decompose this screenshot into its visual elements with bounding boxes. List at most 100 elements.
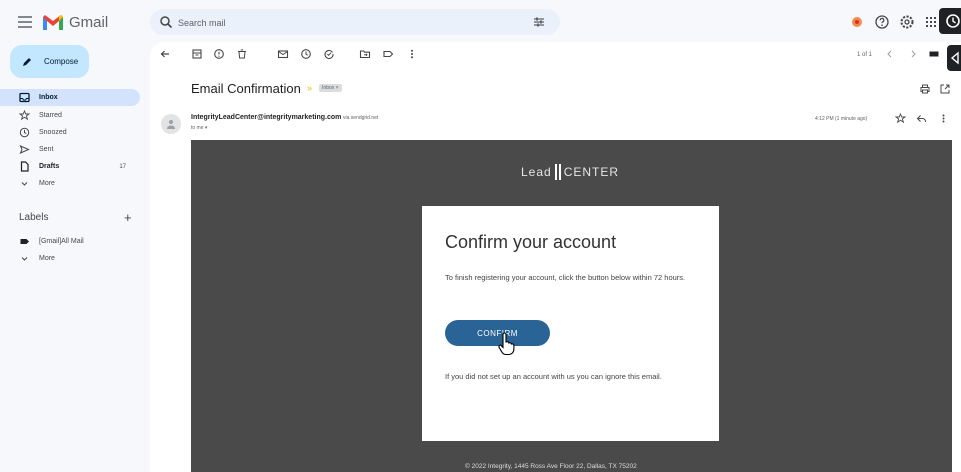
gmail-logo[interactable]: Gmail xyxy=(42,9,108,35)
label-item-all-mail[interactable]: [Gmail]All Mail xyxy=(0,233,140,250)
archive-icon xyxy=(192,49,202,59)
search-icon[interactable] xyxy=(159,15,173,29)
search-options-icon[interactable] xyxy=(532,15,546,29)
search-input[interactable] xyxy=(176,9,520,37)
report-spam-icon xyxy=(214,49,224,59)
sidebar-item-starred[interactable]: Starred xyxy=(0,107,140,124)
person-icon xyxy=(167,120,175,129)
main-menu-button[interactable] xyxy=(14,11,36,33)
gear-icon xyxy=(900,15,914,29)
labels-button[interactable] xyxy=(381,47,395,61)
sender-via: via sendgrid.net xyxy=(343,115,379,121)
important-marker-icon[interactable]: » xyxy=(307,83,312,93)
apps-button[interactable] xyxy=(923,14,939,30)
chevron-left-icon xyxy=(887,50,892,58)
star-icon xyxy=(894,112,906,123)
email-footer: © 2022 Integrity, 1445 Ross Ave Floor 22… xyxy=(465,463,637,470)
star-icon xyxy=(18,110,30,121)
more-vert-icon xyxy=(411,49,413,59)
help-icon xyxy=(875,15,889,29)
pagination-text: 1 of 1 xyxy=(857,52,873,58)
keyboard-icon xyxy=(929,51,939,57)
confirm-title: Confirm your account xyxy=(445,232,617,252)
inbox-icon xyxy=(18,92,30,103)
sidebar-item-label: Drafts xyxy=(39,163,60,170)
sidebar-item-label: Sent xyxy=(39,146,54,153)
print-icon xyxy=(920,84,930,94)
send-icon xyxy=(19,145,30,154)
recipient-details-toggle[interactable]: to me ▾ xyxy=(191,125,207,131)
trash-icon xyxy=(238,49,246,59)
mark-unread-button[interactable] xyxy=(276,47,290,61)
sidebar-item-label: Snoozed xyxy=(39,129,67,136)
confirm-instructions: To finish registering your account, clic… xyxy=(445,273,686,282)
label-icon xyxy=(20,239,29,244)
brand-left: Lead xyxy=(521,165,552,179)
inbox-label-chip[interactable]: Inbox × xyxy=(319,84,342,92)
compose-label: Compose xyxy=(44,57,79,66)
older-button[interactable] xyxy=(906,47,920,61)
mail-icon xyxy=(277,50,289,59)
share-arrow-icon xyxy=(950,51,959,65)
brand-right: CENTER xyxy=(563,165,620,179)
label-item-more[interactable]: More xyxy=(0,250,140,267)
sidebar-item-snoozed[interactable]: Snoozed xyxy=(0,124,140,141)
move-to-button[interactable] xyxy=(358,47,372,61)
message-more-button[interactable] xyxy=(936,111,950,125)
open-new-window-button[interactable] xyxy=(938,82,952,96)
compose-button[interactable]: Compose xyxy=(10,45,89,78)
snooze-button[interactable] xyxy=(299,47,313,61)
newer-button[interactable] xyxy=(883,47,897,61)
label-outline-icon xyxy=(383,50,394,58)
leadcenter-logo: Lead CENTER xyxy=(521,164,619,180)
back-button[interactable] xyxy=(158,47,172,61)
clock-icon xyxy=(19,127,29,138)
screen-recorder-timer[interactable] xyxy=(939,8,961,34)
screen-recorder-share[interactable] xyxy=(947,45,961,71)
more-vert-icon xyxy=(942,114,944,122)
chevron-right-icon xyxy=(911,50,916,58)
support-button[interactable] xyxy=(874,14,890,30)
sidebar-item-label: Starred xyxy=(39,112,62,119)
hand-cursor-icon xyxy=(497,332,515,356)
sidebar-item-sent[interactable]: Sent xyxy=(0,141,140,158)
brand-mark-icon xyxy=(554,164,561,180)
star-message-button[interactable] xyxy=(893,111,907,125)
sidebar-item-more[interactable]: More xyxy=(0,175,140,192)
search-bar[interactable] xyxy=(150,9,560,37)
chevron-down-icon xyxy=(21,182,27,186)
labels-heading: Labels xyxy=(19,212,49,223)
pencil-icon xyxy=(23,57,31,66)
clock-icon xyxy=(301,49,311,59)
report-spam-button[interactable] xyxy=(212,47,226,61)
add-label-button[interactable]: + xyxy=(124,210,132,225)
label-item-name: More xyxy=(39,255,55,262)
folder-move-icon xyxy=(359,50,371,59)
app-name: Gmail xyxy=(69,13,109,31)
sidebar-item-drafts[interactable]: Drafts 17 xyxy=(0,158,140,175)
draft-icon xyxy=(20,161,29,172)
open-in-new-icon xyxy=(940,84,950,94)
more-actions-button[interactable] xyxy=(405,47,419,61)
delete-button[interactable] xyxy=(235,47,249,61)
add-to-tasks-button[interactable] xyxy=(322,47,336,61)
apps-grid-icon xyxy=(926,17,936,27)
hamburger-icon xyxy=(18,16,32,28)
ignore-notice: If you did not set up an account with us… xyxy=(445,372,662,381)
sidebar-item-inbox[interactable]: Inbox xyxy=(0,89,140,106)
sender-address[interactable]: IntegrityLeadCenter@integritymarketing.c… xyxy=(191,114,341,121)
email-subject: Email Confirmation xyxy=(191,81,301,96)
reply-icon xyxy=(916,114,926,122)
gmail-m-icon xyxy=(43,14,63,30)
sender-avatar[interactable] xyxy=(161,114,181,134)
settings-button[interactable] xyxy=(899,14,915,30)
archive-button[interactable] xyxy=(190,47,204,61)
sidebar-item-label: Inbox xyxy=(39,94,58,101)
print-button[interactable] xyxy=(918,82,932,96)
status-button[interactable] xyxy=(849,14,865,30)
input-tools-button[interactable] xyxy=(927,47,941,61)
arrow-left-icon xyxy=(160,50,169,58)
message-timestamp: 4:12 PM (1 minute ago) xyxy=(815,116,868,122)
reply-button[interactable] xyxy=(914,111,928,125)
label-item-name: [Gmail]All Mail xyxy=(39,238,84,245)
